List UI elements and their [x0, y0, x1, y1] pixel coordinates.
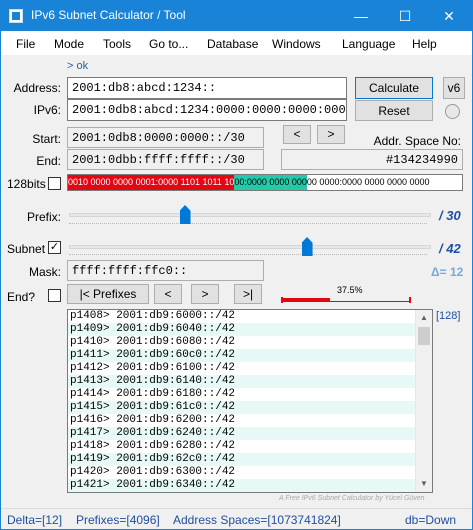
- menu-bar: File Mode Tools Go to... Database Window…: [1, 31, 472, 55]
- subnet-bits: 00:0000 0000 000: [234, 175, 307, 190]
- chevron-left-icon: <: [293, 127, 301, 141]
- address-input[interactable]: 2001:db8:abcd:1234::: [67, 77, 347, 99]
- maximize-button[interactable]: ☐: [383, 1, 427, 31]
- status-bar: Delta=[12] Prefixes=[4096] Address Space…: [1, 508, 472, 529]
- ipv6-expanded-field[interactable]: 2001:0db8:abcd:1234:0000:0000:0000:0000: [67, 99, 347, 121]
- window-title: IPv6 Subnet Calculator / Tool: [31, 8, 186, 22]
- credit-text: A Free IPv6 Subnet Calculator by Yücel G…: [279, 495, 425, 502]
- prefix-slider-thumb[interactable]: [179, 205, 191, 224]
- host-bits: 00 0000:0000 0000 0000 0000: [306, 177, 430, 187]
- chevron-left-icon: <: [164, 287, 172, 301]
- status-address-spaces: Address Spaces=[1073741824]: [173, 513, 341, 527]
- progress-fill: [283, 298, 331, 302]
- menu-goto[interactable]: Go to...: [149, 37, 188, 51]
- list-item[interactable]: p1409> 2001:db9:6040::/42: [68, 323, 432, 336]
- title-bar: IPv6 Subnet Calculator / Tool — ☐ ✕: [1, 1, 472, 31]
- mask-field[interactable]: ffff:ffff:ffc0::: [67, 260, 264, 281]
- subnet-checkbox[interactable]: ✓: [48, 241, 61, 254]
- first-prefixes-button[interactable]: |< Prefixes: [67, 284, 149, 304]
- last-prefix-button[interactable]: >|: [234, 284, 262, 304]
- status-prefixes: Prefixes=[4096]: [76, 513, 160, 527]
- status-indicator-circle: [445, 104, 460, 119]
- menu-mode[interactable]: Mode: [54, 37, 84, 51]
- addr-space-number-field[interactable]: #134234990: [281, 149, 463, 170]
- ipv6-label: IPv6:: [33, 103, 61, 117]
- subnet-slider-ticks: [69, 254, 427, 258]
- next-prefix-button[interactable]: >: [191, 284, 219, 304]
- list-item[interactable]: p1412> 2001:db9:6100::/42: [68, 362, 432, 375]
- menu-language[interactable]: Language: [342, 37, 395, 51]
- menu-database[interactable]: Database: [207, 37, 258, 51]
- list-item[interactable]: p1410> 2001:db9:6080::/42: [68, 336, 432, 349]
- list-item[interactable]: p1413> 2001:db9:6140::/42: [68, 375, 432, 388]
- prefix-slider[interactable]: [69, 213, 431, 217]
- list-count: [128]: [436, 310, 461, 322]
- delta-value: Δ= 12: [431, 265, 464, 279]
- binary-bits-display: 0010 0000 0000 0001:0000 1101 1011 1000:…: [67, 174, 463, 191]
- list-item[interactable]: p1421> 2001:db9:6340::/42: [68, 479, 432, 492]
- prefix-list-rows: p1408> 2001:db9:6000::/42 p1409> 2001:db9…: [68, 310, 432, 492]
- menu-windows[interactable]: Windows: [272, 37, 321, 51]
- list-item[interactable]: p1415> 2001:db9:61c0::/42: [68, 401, 432, 414]
- end-field[interactable]: 2001:0dbb:ffff:ffff::/30: [67, 149, 264, 170]
- prefix-label: Prefix:: [26, 210, 61, 224]
- addr-space-label: Addr. Space No:: [373, 134, 461, 148]
- subnet-value: / 42: [439, 241, 461, 256]
- list-item[interactable]: p1418> 2001:db9:6280::/42: [68, 440, 432, 453]
- subnet-slider[interactable]: [69, 245, 431, 249]
- chevron-right-icon: >: [201, 287, 209, 301]
- calculate-button[interactable]: Calculate: [355, 77, 433, 99]
- list-scrollbar[interactable]: ▲ ▼: [415, 310, 432, 492]
- list-item[interactable]: p1419> 2001:db9:62c0::/42: [68, 453, 432, 466]
- list-item[interactable]: p1414> 2001:db9:6180::/42: [68, 388, 432, 401]
- prev-space-button[interactable]: <: [283, 125, 311, 144]
- ok-link[interactable]: > ok: [67, 60, 88, 72]
- list-item[interactable]: p1411> 2001:db9:60c0::/42: [68, 349, 432, 362]
- prev-prefix-button[interactable]: <: [154, 284, 182, 304]
- chevron-right-icon: >: [327, 127, 335, 141]
- subnet-label: Subnet: [7, 242, 46, 256]
- scroll-thumb[interactable]: [418, 327, 430, 345]
- progress-bar: [281, 297, 411, 303]
- menu-file[interactable]: File: [16, 37, 35, 51]
- end-question-label: End?: [7, 290, 36, 304]
- reset-button[interactable]: Reset: [355, 100, 433, 121]
- scroll-up-icon[interactable]: ▲: [416, 310, 432, 326]
- status-delta: Delta=[12]: [7, 513, 63, 527]
- minimize-button[interactable]: —: [339, 1, 383, 31]
- end-label: End:: [36, 154, 61, 168]
- prefix-slider-ticks: [69, 223, 427, 227]
- menu-tools[interactable]: Tools: [103, 37, 131, 51]
- list-item[interactable]: p1420> 2001:db9:6300::/42: [68, 466, 432, 479]
- list-item[interactable]: p1408> 2001:db9:6000::/42: [68, 310, 432, 323]
- list-item[interactable]: p1417> 2001:db9:6240::/42: [68, 427, 432, 440]
- prefix-value: / 30: [439, 208, 461, 223]
- start-field[interactable]: 2001:0db8:0000:0000::/30: [67, 127, 264, 148]
- list-item[interactable]: p1416> 2001:db9:6200::/42: [68, 414, 432, 427]
- mask-label: Mask:: [28, 265, 61, 279]
- progress-percent: 37.5%: [337, 285, 363, 295]
- address-label: Address:: [13, 81, 61, 95]
- close-button[interactable]: ✕: [427, 1, 471, 31]
- subnet-slider-thumb[interactable]: [301, 237, 313, 256]
- app-icon: [9, 9, 23, 23]
- skip-last-icon: >|: [242, 287, 254, 301]
- end-checkbox[interactable]: [48, 289, 61, 302]
- prefix-list[interactable]: p1408> 2001:db9:6000::/42 p1409> 2001:db9…: [67, 309, 433, 493]
- network-bits: 0010 0000 0000 0001:0000 1101 1011 10: [68, 175, 235, 190]
- v6-button[interactable]: v6: [443, 77, 465, 99]
- bits128-label: 128bits: [7, 177, 46, 191]
- status-db: db=Down: [405, 513, 457, 527]
- app-window: IPv6 Subnet Calculator / Tool — ☐ ✕ File…: [0, 0, 473, 530]
- next-space-button[interactable]: >: [317, 125, 345, 144]
- scroll-down-icon[interactable]: ▼: [416, 476, 432, 492]
- menu-help[interactable]: Help: [412, 37, 437, 51]
- bits128-checkbox[interactable]: [48, 177, 61, 190]
- start-label: Start:: [32, 132, 61, 146]
